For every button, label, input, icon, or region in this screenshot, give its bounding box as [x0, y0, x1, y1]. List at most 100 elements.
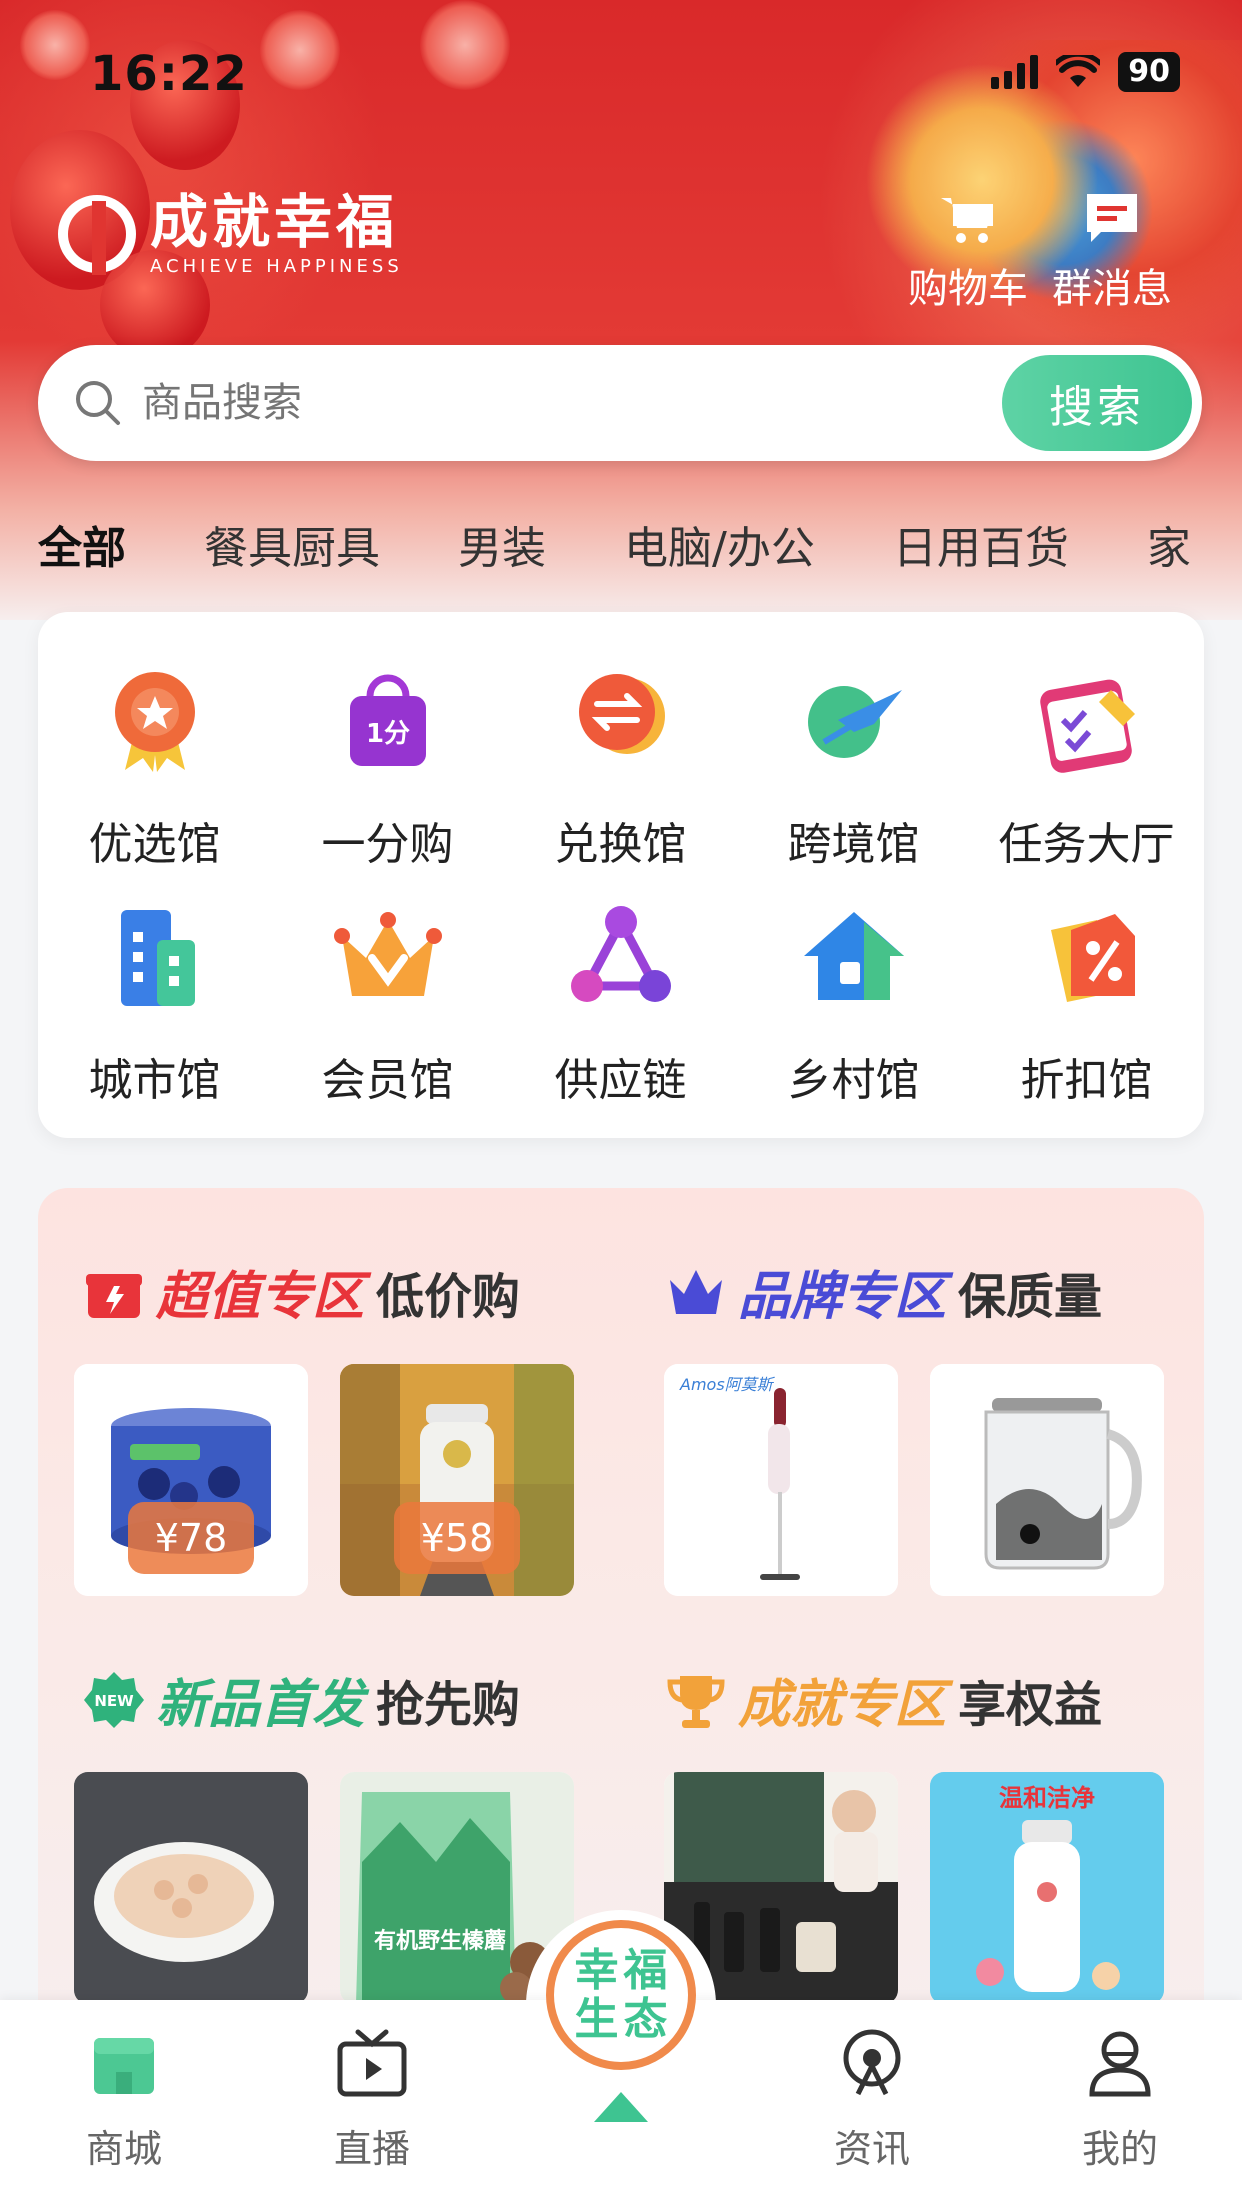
- grid-item-huiyuan[interactable]: 会员馆: [271, 896, 504, 1108]
- exchange-icon: [578, 674, 665, 754]
- bag-text: 1分: [365, 719, 409, 749]
- grid-label: 跨境馆: [787, 819, 920, 870]
- grid-item-gongying[interactable]: 供应链: [504, 896, 737, 1108]
- status-indicators: 90: [991, 52, 1180, 92]
- cart-button[interactable]: 购物车: [908, 188, 1028, 314]
- zone-title-main: 品牌专区: [738, 1267, 947, 1327]
- grid-label: 任务大厅: [998, 819, 1175, 870]
- brand-mark-icon: [58, 194, 136, 275]
- zone-title-sub: 保质量: [958, 1268, 1103, 1325]
- zone-title-value[interactable]: 超值专区 低价购: [84, 1254, 520, 1329]
- zone-title-sub: 抢先购: [376, 1676, 521, 1733]
- grid-label: 兑换馆: [554, 819, 687, 870]
- building-icon: [120, 910, 195, 1006]
- group-message-button[interactable]: 群消息: [1052, 188, 1172, 314]
- center-logo-char: 态: [623, 1993, 668, 2045]
- product-card[interactable]: 温和洁净: [930, 1772, 1164, 2004]
- grid-item-renwu[interactable]: 任务大厅: [970, 660, 1203, 872]
- banner-text: 温和洁净: [999, 1784, 1095, 1812]
- tab-label: 商城: [85, 2127, 162, 2171]
- chevron-up-icon: [594, 2092, 648, 2122]
- search-bar: 搜索: [38, 345, 1202, 461]
- search-button[interactable]: 搜索: [1002, 355, 1192, 451]
- zone-title-new[interactable]: NEW 新品首发 抢先购: [84, 1662, 520, 1737]
- search-input[interactable]: [140, 379, 1002, 427]
- tab-news[interactable]: 资讯: [782, 2028, 962, 2173]
- new-badge-icon: NEW: [84, 1671, 144, 1728]
- trophy-icon: [667, 1675, 725, 1728]
- tab-label: 直播: [333, 2127, 410, 2171]
- category-tab-all[interactable]: 全部: [38, 512, 126, 576]
- flower-decoration: [20, 10, 90, 80]
- zone-title-main: 超值专区: [156, 1267, 365, 1327]
- brand-slogan: ACHIEVE HAPPINESS: [150, 256, 403, 277]
- tv-icon: [337, 2029, 407, 2097]
- grid-label: 乡村馆: [787, 1055, 920, 1106]
- center-logo-char: 福: [623, 1944, 668, 1996]
- wifi-icon: [1056, 55, 1101, 87]
- grid-item-yifengou[interactable]: 1分 一分购: [271, 660, 504, 872]
- signal-icon: [991, 55, 1039, 89]
- plane-icon: [807, 686, 902, 758]
- grid-item-zhekou[interactable]: 折扣馆: [970, 896, 1203, 1108]
- grid-item-chengshi[interactable]: 城市馆: [38, 896, 271, 1108]
- search-icon: [76, 381, 120, 425]
- feature-grid: 优选馆 1分 一分购 兑换馆 跨境馆 任务大厅 城市馆 会员馆 供应链 乡村馆 …: [38, 612, 1204, 1138]
- user-icon: [1089, 2031, 1151, 2097]
- crown-icon: [670, 1269, 722, 1314]
- brand-logo: 成就幸福 ACHIEVE HAPPINESS: [58, 190, 403, 277]
- category-tab-menswear[interactable]: 男装: [458, 512, 546, 576]
- shopping-bag-icon: 1分: [349, 674, 426, 766]
- product-image-cleanser-bottle: 温和洁净: [930, 1772, 1164, 2004]
- tab-live[interactable]: 直播: [282, 2028, 462, 2173]
- message-icon: [1087, 194, 1137, 242]
- center-logo-button[interactable]: 幸 福 生 态: [546, 1920, 696, 2070]
- grid-item-duihuan[interactable]: 兑换馆: [504, 660, 737, 872]
- zone-title-sub: 低价购: [376, 1268, 521, 1325]
- grid-label: 供应链: [554, 1055, 687, 1106]
- product-card[interactable]: ¥58: [340, 1364, 574, 1596]
- category-tab-daily[interactable]: 日用百货: [893, 512, 1069, 576]
- product-image-stick-vacuum: Amos阿莫斯: [664, 1364, 898, 1596]
- tab-label: 我的: [1081, 2127, 1158, 2171]
- product-card[interactable]: [930, 1364, 1164, 1596]
- zone-title-achieve[interactable]: 成就专区 享权益: [666, 1662, 1102, 1737]
- category-tab-home[interactable]: 家: [1147, 512, 1191, 576]
- category-tab-kitchen[interactable]: 餐具厨具: [204, 512, 380, 576]
- calendar-icon: [1039, 679, 1135, 773]
- zone-title-brand[interactable]: 品牌专区 保质量: [666, 1254, 1102, 1329]
- tab-shop[interactable]: 商城: [34, 2028, 214, 2173]
- shop-icon: [94, 2038, 154, 2094]
- battery-level: 90: [1118, 52, 1180, 92]
- category-tabs: 全部 餐具厨具 男装 电脑/办公 日用百货 家: [38, 512, 1191, 576]
- product-card[interactable]: ¥78: [74, 1364, 308, 1596]
- tab-mine[interactable]: 我的: [1030, 2028, 1210, 2173]
- tab-label: 资讯: [833, 2127, 910, 2171]
- crown-icon: [333, 912, 442, 996]
- pack-text: 有机野生榛蘑: [374, 1928, 506, 1954]
- category-tab-computer[interactable]: 电脑/办公: [624, 512, 815, 576]
- house-icon: [803, 912, 904, 1000]
- price-tag: ¥58: [394, 1502, 520, 1574]
- message-label: 群消息: [1052, 266, 1172, 312]
- zone-title-sub: 享权益: [958, 1676, 1103, 1733]
- product-image-dried-shrimp: [74, 1772, 308, 2004]
- product-card[interactable]: Amos阿莫斯: [664, 1364, 898, 1596]
- grid-label: 会员馆: [321, 1055, 454, 1106]
- grid-item-youxuan[interactable]: 优选馆: [38, 660, 271, 872]
- product-card[interactable]: [74, 1772, 308, 2004]
- cart-label: 购物车: [908, 266, 1028, 312]
- grid-item-xiangcun[interactable]: 乡村馆: [737, 896, 970, 1108]
- zone-title-main: 新品首发: [156, 1675, 365, 1735]
- new-badge-text: NEW: [94, 1692, 134, 1710]
- network-icon: [570, 906, 671, 1002]
- grid-item-kuajing[interactable]: 跨境馆: [737, 660, 970, 872]
- cart-icon: [941, 198, 993, 243]
- brand-name: 成就幸福: [150, 188, 399, 256]
- zone-title-main: 成就专区: [738, 1675, 947, 1735]
- price-tag: ¥78: [128, 1502, 254, 1574]
- grid-label: 城市馆: [88, 1055, 221, 1106]
- grid-label: 优选馆: [88, 819, 221, 870]
- discount-tag-icon: [1050, 914, 1135, 1002]
- grid-label: 一分购: [321, 819, 454, 870]
